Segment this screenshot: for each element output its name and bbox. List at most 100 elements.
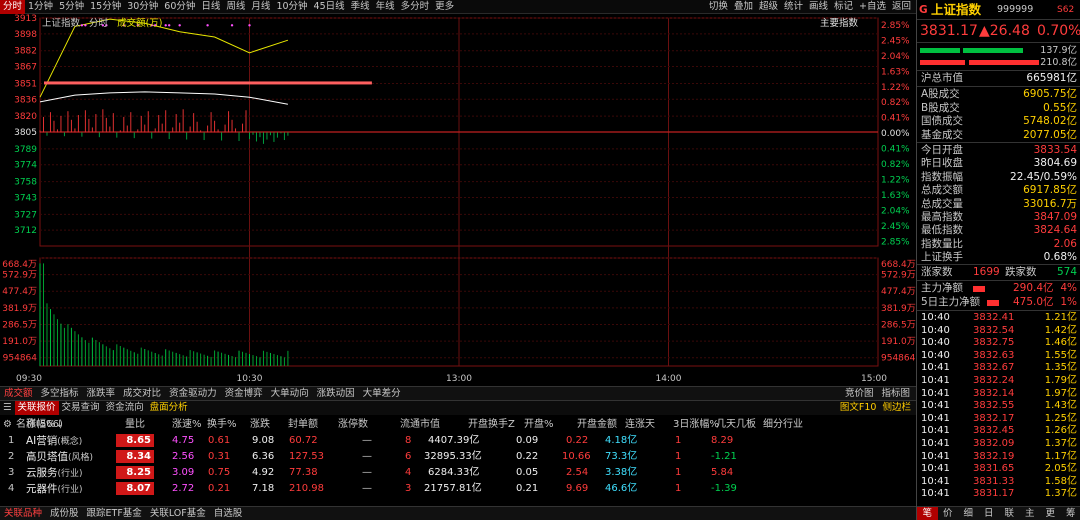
intraday-chart[interactable]: 3913 3898 3882 3867 3851 3836 3820 3805 3789 3774… — [0, 14, 916, 386]
col-header-15[interactable]: 细分行业 — [763, 417, 803, 433]
col-header-5[interactable]: 涨跌 — [250, 417, 270, 433]
tool-button-1[interactable]: 叠加 — [731, 0, 756, 14]
quote-tab-5[interactable]: 主 — [1020, 507, 1041, 520]
col-header-10[interactable]: 开盘% — [524, 417, 554, 433]
col-header-13[interactable]: 3日涨幅% — [673, 417, 719, 433]
tick-row[interactable]: 10:41 3832.17 1.25亿 — [917, 413, 1080, 426]
bottom-tab-3[interactable]: 关联LOF基金 — [146, 507, 210, 520]
tick-row[interactable]: 10:41 3831.17 1.37亿 — [917, 488, 1080, 501]
indicator-tab-5[interactable]: 资金博弈 — [221, 387, 267, 400]
period-tab-10[interactable]: 45日线 — [311, 0, 348, 14]
period-tab-0[interactable]: 分时 — [0, 0, 26, 14]
panel-right-tab-0[interactable]: 图文F10 — [837, 401, 880, 415]
tick-row[interactable]: 10:40 3832.75 1.46亿 — [917, 337, 1080, 350]
period-tab-8[interactable]: 月线 — [248, 0, 273, 14]
table-row[interactable]: 2 高贝塔值(风格) 8.34 2.56 0.31 6.36 127.53 — 6 32895.3… — [0, 449, 916, 465]
period-tab-2[interactable]: 5分钟 — [56, 0, 87, 14]
tick-row[interactable]: 10:41 3832.14 1.97亿 — [917, 388, 1080, 401]
period-tab-4[interactable]: 30分钟 — [124, 0, 161, 14]
col-header-11[interactable]: 开盘金额 — [577, 417, 617, 433]
table-row[interactable]: 1 AI营销(概念) 8.65 4.75 0.61 9.08 60.72 — 8 4407.39亿… — [0, 433, 916, 449]
chart-mode-tab-0[interactable]: 竞价图 — [841, 387, 878, 400]
col-header-9[interactable]: 开盘换手Z — [468, 417, 515, 433]
tool-button-6[interactable]: +自选 — [856, 0, 889, 14]
bottom-tab-4[interactable]: 自选股 — [210, 507, 247, 520]
tick-row[interactable]: 10:41 3832.67 1.35亿 — [917, 362, 1080, 375]
price-tick-2: 3882 — [14, 47, 37, 57]
panel-tab-1[interactable]: 交易查询 — [59, 401, 103, 415]
row-turnover: 4.92 — [252, 467, 275, 478]
period-tab-3[interactable]: 15分钟 — [87, 0, 124, 14]
stat-label: 总成交额 — [921, 184, 963, 197]
tick-row[interactable]: 10:41 3832.19 1.17亿 — [917, 451, 1080, 464]
tick-row[interactable]: 10:41 3831.65 2.05亿 — [917, 463, 1080, 476]
indicator-tab-3[interactable]: 成交对比 — [119, 387, 165, 400]
table-row[interactable]: 4 元器件(行业) 8.07 2.72 0.21 7.18 210.98 — 3 21757.81… — [0, 481, 916, 497]
settings-icon[interactable]: ⚙ — [3, 417, 12, 433]
chart-canvas[interactable]: 3913 3898 3882 3867 3851 3836 3820 3805 3789 3774… — [0, 14, 916, 386]
tick-row[interactable]: 10:40 3832.41 1.21亿 — [917, 312, 1080, 325]
tick-row[interactable]: 10:41 3832.24 1.79亿 — [917, 375, 1080, 388]
period-tab-13[interactable]: 多分时 — [398, 0, 433, 14]
tick-row[interactable]: 10:41 3832.45 1.26亿 — [917, 425, 1080, 438]
volume-row: 国债成交 5748.02亿 — [917, 115, 1080, 128]
chart-mode-tab-1[interactable]: 指标图 — [877, 387, 914, 400]
col-header-7[interactable]: 涨停数 — [338, 417, 368, 433]
panel-tab-3[interactable]: 盘面分析 — [147, 401, 191, 415]
tool-button-0[interactable]: 切换 — [706, 0, 731, 14]
period-tab-1[interactable]: 1分钟 — [25, 0, 56, 14]
quote-tab-3[interactable]: 日 — [979, 507, 1000, 520]
indicator-tab-1[interactable]: 多空指标 — [37, 387, 83, 400]
menu-icon[interactable]: ☰ — [0, 401, 15, 415]
col-header-3[interactable]: 涨速% — [172, 417, 202, 433]
tick-row[interactable]: 10:40 3832.63 1.55亿 — [917, 350, 1080, 363]
tick-row[interactable]: 10:40 3832.54 1.42亿 — [917, 325, 1080, 338]
table-row[interactable]: 3 云服务(行业) 8.25 3.09 0.75 4.92 77.38 — 4 6284.33亿 0… — [0, 465, 916, 481]
period-tab-11[interactable]: 季线 — [348, 0, 373, 14]
tick-row[interactable]: 10:41 3832.55 1.43亿 — [917, 400, 1080, 413]
tool-button-7[interactable]: 返回 — [889, 0, 914, 14]
bottom-tab-0[interactable]: 关联品种 — [0, 507, 46, 520]
tick-price: 3832.54 — [973, 324, 1015, 336]
quote-tab-1[interactable]: 价 — [938, 507, 959, 520]
bottom-tab-1[interactable]: 成份股 — [46, 507, 83, 520]
tick-row[interactable]: 10:41 3832.09 1.37亿 — [917, 438, 1080, 451]
quote-tab-6[interactable]: 更 — [1040, 507, 1061, 520]
tool-button-4[interactable]: 画线 — [806, 0, 831, 14]
bottom-tab-2[interactable]: 跟踪ETF基金 — [83, 507, 146, 520]
up-label: 涨家数 — [921, 266, 953, 278]
indicator-tab-7[interactable]: 涨跌动因 — [313, 387, 359, 400]
col-header-2[interactable]: 量比 — [125, 417, 145, 433]
indicator-tab-6[interactable]: 大单动向 — [267, 387, 313, 400]
col-header-4[interactable]: 换手% — [207, 417, 237, 433]
period-tab-5[interactable]: 60分钟 — [161, 0, 198, 14]
col-header-8[interactable]: 流通市值 — [400, 417, 440, 433]
period-tab-9[interactable]: 10分钟 — [273, 0, 310, 14]
col-header-14[interactable]: 几天几板 — [716, 417, 756, 433]
col-header-12[interactable]: 连涨天 — [625, 417, 655, 433]
panel-tab-2[interactable]: 资金流向 — [103, 401, 147, 415]
indicator-tab-4[interactable]: 资金驱动力 — [165, 387, 221, 400]
quote-tab-7[interactable]: 筹 — [1061, 507, 1080, 520]
quote-tab-4[interactable]: 联 — [999, 507, 1020, 520]
indicator-tab-0[interactable]: 成交额 — [0, 387, 37, 400]
period-tab-7[interactable]: 周线 — [223, 0, 248, 14]
signal-badge[interactable]: S62 — [1057, 2, 1074, 18]
tool-button-2[interactable]: 超级 — [756, 0, 781, 14]
col-header-1[interactable]: 涨幅%↓ — [26, 417, 64, 433]
tick-row[interactable]: 10:41 3831.33 1.58亿 — [917, 476, 1080, 489]
period-tab-14[interactable]: 更多 — [432, 0, 457, 14]
quote-tab-0[interactable]: 笔 — [917, 507, 938, 520]
tool-button-5[interactable]: 标记 — [831, 0, 856, 14]
panel-tabs: ☰ 关联报价 交易查询 资金流向 盘面分析 图文F10 侧边栏 — [0, 400, 916, 415]
tool-button-3[interactable]: 统计 — [781, 0, 806, 14]
indicator-tab-8[interactable]: 大单差分 — [359, 387, 405, 400]
panel-tab-0[interactable]: 关联报价 — [14, 401, 59, 415]
panel-right-tab-1[interactable]: 侧边栏 — [879, 401, 914, 415]
quote-tab-2[interactable]: 细 — [958, 507, 979, 520]
period-tab-12[interactable]: 年线 — [373, 0, 398, 14]
col-header-6[interactable]: 封单额 — [288, 417, 318, 433]
period-tab-6[interactable]: 日线 — [198, 0, 223, 14]
indicator-tab-2[interactable]: 涨跌率 — [83, 387, 120, 400]
row-name-text: AI营销 — [26, 435, 58, 447]
